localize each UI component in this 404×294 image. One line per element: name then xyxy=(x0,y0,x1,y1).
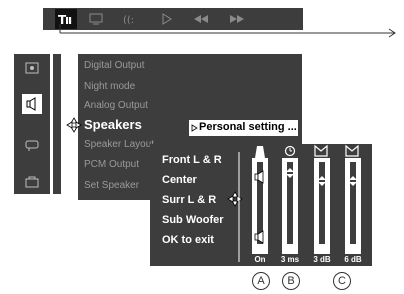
speaker-item[interactable]: Front L & R xyxy=(162,154,222,166)
list-item[interactable]: Night mode xyxy=(84,81,135,92)
panel-divider xyxy=(238,152,240,262)
list-item-active[interactable]: Speakers xyxy=(84,117,142,132)
slider-handle-icon xyxy=(318,176,326,186)
speaker-icon xyxy=(254,170,264,184)
speaker-settings-panel: Front L & R Center Surr L & R Sub Woofer… xyxy=(150,144,372,266)
callout-c: C xyxy=(333,272,351,290)
folder-icon[interactable] xyxy=(25,176,39,188)
speaker-category-selected[interactable] xyxy=(22,94,42,114)
subtitle-icon[interactable] xyxy=(25,140,39,152)
speaker-item[interactable]: Center xyxy=(162,174,197,186)
list-item[interactable]: Speaker Layout xyxy=(84,139,154,150)
personal-setting-label: Personal setting ... xyxy=(199,121,297,133)
speaker-item[interactable]: OK to exit xyxy=(162,234,214,246)
speaker-icon xyxy=(26,97,36,111)
bowtie-icon xyxy=(314,144,328,157)
picture-icon[interactable] xyxy=(25,62,39,74)
personal-setting-value[interactable]: Personal setting ... xyxy=(189,120,298,136)
speaker-item[interactable]: Surr L & R xyxy=(162,194,216,206)
list-item[interactable]: Digital Output xyxy=(84,60,145,71)
slider-caption: 6 dB xyxy=(344,255,362,264)
list-item[interactable]: Set Speaker xyxy=(84,180,139,191)
slider-caption: On xyxy=(254,255,266,264)
menu-arrow xyxy=(59,24,396,38)
level-slider[interactable] xyxy=(252,158,268,254)
nav-cursor-icon xyxy=(66,117,82,133)
left-category-menu xyxy=(14,54,50,194)
slider-handle-icon xyxy=(349,176,357,186)
gain-slider-1[interactable] xyxy=(314,158,330,254)
separator-bar xyxy=(53,54,61,194)
forward-icon[interactable] xyxy=(229,14,245,24)
clock-icon xyxy=(284,145,296,157)
list-item[interactable]: Analog Output xyxy=(84,100,148,111)
gain-slider-2[interactable] xyxy=(345,158,361,254)
list-item[interactable]: PCM Output xyxy=(84,159,139,170)
speaker-volume-icon xyxy=(255,146,265,158)
bowtie-icon xyxy=(345,144,359,157)
speaker-item[interactable]: Sub Woofer xyxy=(162,214,224,226)
slider-handle-icon xyxy=(286,168,294,178)
callout-a: A xyxy=(252,272,270,290)
rewind-icon[interactable] xyxy=(193,14,209,24)
speaker-icon xyxy=(254,230,264,244)
arrow-right-icon xyxy=(191,124,198,132)
callout-b: B xyxy=(282,272,300,290)
slider-caption: 3 dB xyxy=(313,255,331,264)
delay-slider[interactable] xyxy=(282,158,298,254)
slider-caption: 3 ms xyxy=(280,255,300,264)
